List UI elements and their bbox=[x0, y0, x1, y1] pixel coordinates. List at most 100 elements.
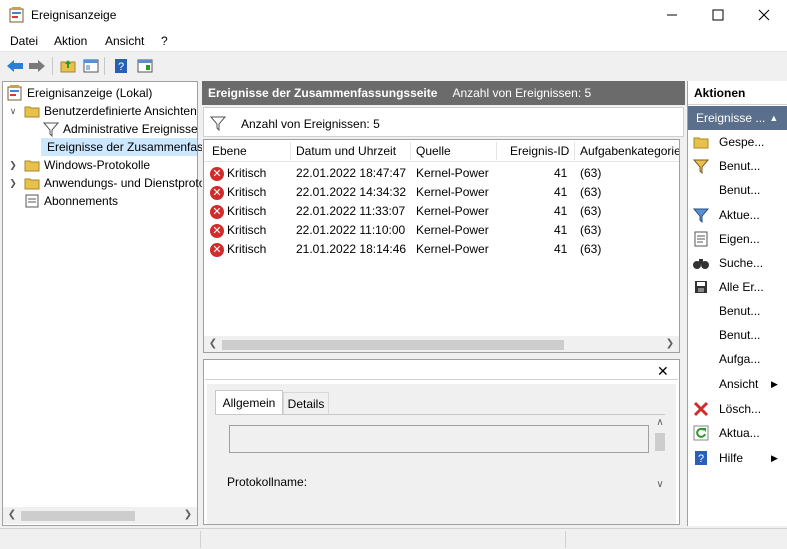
forward-button[interactable] bbox=[27, 56, 47, 76]
tree-item-windows-logs[interactable]: Windows-Protokolle bbox=[24, 156, 150, 174]
maximize-icon bbox=[712, 9, 724, 21]
event-list-header: Ebene Datum und Uhrzeit Quelle Ereignis-… bbox=[204, 140, 679, 162]
action-refresh[interactable]: Aktua... bbox=[688, 421, 787, 445]
column-header-level[interactable]: Ebene bbox=[212, 140, 247, 162]
scroll-down-icon[interactable]: ∨ bbox=[653, 479, 667, 490]
action-import-custom-view[interactable]: Benut... bbox=[688, 178, 787, 202]
menu-datei[interactable]: Datei bbox=[10, 34, 38, 48]
properties-icon bbox=[692, 230, 710, 248]
center-pane-header: Ereignisse der Zusammenfassungsseite Anz… bbox=[202, 81, 685, 105]
action-create-custom-view[interactable]: Benut... bbox=[688, 154, 787, 178]
action-copy-custom-view[interactable]: Benut... bbox=[688, 323, 787, 347]
column-header-task-category[interactable]: Aufgabenkategorie bbox=[580, 140, 679, 162]
filter-icon bbox=[43, 122, 59, 137]
event-list[interactable]: Ebene Datum und Uhrzeit Quelle Ereignis-… bbox=[203, 139, 680, 353]
action-help-menu[interactable]: ? Hilfe ▶ bbox=[688, 446, 787, 470]
event-description-box[interactable] bbox=[229, 425, 649, 453]
cell-source: Kernel-Power bbox=[416, 185, 489, 199]
scroll-thumb[interactable] bbox=[21, 511, 135, 521]
critical-icon: ✕ bbox=[210, 166, 224, 181]
action-save-all-events[interactable]: Alle Er... bbox=[688, 275, 787, 299]
folder-icon bbox=[24, 160, 40, 172]
action-open-saved-log[interactable]: Gespe... bbox=[688, 130, 787, 154]
back-button[interactable] bbox=[5, 56, 25, 76]
maximize-button[interactable] bbox=[695, 0, 741, 30]
toolbar-separator bbox=[52, 57, 53, 75]
close-detail-icon[interactable]: ✕ bbox=[657, 363, 669, 380]
cell-event-id: 41 bbox=[554, 242, 568, 256]
scroll-thumb[interactable] bbox=[655, 433, 665, 451]
close-button[interactable] bbox=[741, 0, 787, 30]
cell-event-id: 41 bbox=[554, 166, 568, 180]
table-row[interactable]: ✕ Kritisch 22.01.2022 14:34:32 Kernel-Po… bbox=[204, 183, 676, 202]
tree-item-custom-views[interactable]: Benutzerdefinierte Ansichten bbox=[24, 102, 197, 120]
action-delete[interactable]: Lösch... bbox=[688, 397, 787, 421]
help-book-icon: ? bbox=[115, 59, 127, 73]
scroll-right-icon[interactable]: ❯ bbox=[181, 509, 195, 520]
up-folder-button[interactable] bbox=[58, 56, 78, 76]
scroll-left-icon[interactable]: ❮ bbox=[206, 338, 220, 349]
arrow-right-icon bbox=[29, 60, 45, 72]
chevron-right-icon[interactable]: ❯ bbox=[8, 174, 18, 192]
tab-allgemein[interactable]: Allgemein bbox=[215, 390, 283, 414]
column-header-event-id[interactable]: Ereignis-ID bbox=[510, 140, 569, 162]
menu-aktion[interactable]: Aktion bbox=[54, 34, 87, 48]
scroll-up-icon[interactable]: ∧ bbox=[653, 417, 667, 428]
action-export-custom-view[interactable]: Benut... bbox=[688, 299, 787, 323]
column-divider[interactable] bbox=[290, 142, 291, 160]
table-row[interactable]: ✕ Kritisch 22.01.2022 11:10:00 Kernel-Po… bbox=[204, 221, 676, 240]
table-row[interactable]: ✕ Kritisch 21.01.2022 18:14:46 Kernel-Po… bbox=[204, 240, 676, 259]
scroll-thumb[interactable] bbox=[222, 340, 564, 350]
tree-item-root[interactable]: Ereignisanzeige (Lokal) bbox=[7, 84, 152, 102]
critical-icon: ✕ bbox=[210, 185, 224, 200]
column-divider[interactable] bbox=[410, 142, 411, 160]
cell-datetime: 21.01.2022 18:14:46 bbox=[296, 242, 407, 256]
table-row[interactable]: ✕ Kritisch 22.01.2022 18:47:47 Kernel-Po… bbox=[204, 164, 676, 183]
event-viewer-app-icon bbox=[9, 7, 25, 23]
cell-source: Kernel-Power bbox=[416, 204, 489, 218]
tree-item-app-logs[interactable]: Anwendungs- und Dienstprotokolle bbox=[24, 174, 230, 192]
event-count-header: Anzahl von Ereignissen: 5 bbox=[452, 86, 592, 100]
event-list-horizontal-scrollbar[interactable]: ❮ ❯ bbox=[204, 336, 679, 352]
menu-bar: Datei Aktion Ansicht ? bbox=[0, 30, 787, 52]
minimize-button[interactable] bbox=[649, 0, 695, 30]
tree-item-admin-events[interactable]: Administrative Ereignisse bbox=[43, 120, 198, 138]
column-header-datetime[interactable]: Datum und Uhrzeit bbox=[296, 140, 396, 162]
action-properties[interactable]: Eigen... bbox=[688, 227, 787, 251]
critical-icon: ✕ bbox=[210, 223, 224, 238]
detail-vertical-scrollbar[interactable]: ∧ ∨ bbox=[653, 415, 667, 495]
tree-horizontal-scrollbar[interactable]: ❮ ❯ bbox=[3, 507, 197, 524]
submenu-arrow-icon: ▶ bbox=[771, 378, 778, 389]
menu-help[interactable]: ? bbox=[161, 34, 168, 48]
column-divider[interactable] bbox=[574, 142, 575, 160]
actions-header: Aktionen bbox=[688, 81, 787, 105]
folder-open-icon bbox=[692, 133, 710, 151]
action-find[interactable]: Suche... bbox=[688, 251, 787, 275]
column-header-source[interactable]: Quelle bbox=[416, 140, 451, 162]
status-bar bbox=[0, 528, 787, 549]
action-pane-button[interactable] bbox=[135, 56, 155, 76]
column-divider[interactable] bbox=[496, 142, 497, 160]
help-button[interactable]: ? bbox=[111, 56, 131, 76]
actions-section-header[interactable]: Ereignisse ... ▲ bbox=[688, 106, 787, 130]
cell-category: (63) bbox=[580, 204, 602, 218]
critical-icon: ✕ bbox=[210, 204, 224, 219]
tree-item-subscriptions[interactable]: Abonnements bbox=[24, 192, 118, 210]
binoculars-icon bbox=[692, 254, 710, 272]
action-attach-task[interactable]: Aufga... bbox=[688, 347, 787, 371]
cell-category: (63) bbox=[580, 242, 602, 256]
cell-level: Kritisch bbox=[227, 242, 267, 256]
action-view-menu[interactable]: Ansicht ▶ bbox=[688, 372, 787, 396]
scroll-left-icon[interactable]: ❮ bbox=[5, 509, 19, 520]
chevron-right-icon[interactable]: ❯ bbox=[8, 156, 18, 174]
tab-details[interactable]: Details bbox=[283, 392, 329, 414]
menu-ansicht[interactable]: Ansicht bbox=[105, 34, 144, 48]
action-filter-current-view[interactable]: Aktue... bbox=[688, 203, 787, 227]
tree-item-summary-events[interactable]: Ereignisse der Zusammenfassungsseite bbox=[41, 138, 260, 156]
show-hide-tree-button[interactable] bbox=[81, 56, 101, 76]
table-row[interactable]: ✕ Kritisch 22.01.2022 11:33:07 Kernel-Po… bbox=[204, 202, 676, 221]
filter-star-icon bbox=[692, 157, 710, 175]
chevron-down-icon[interactable]: ∨ bbox=[8, 102, 18, 120]
scroll-right-icon[interactable]: ❯ bbox=[663, 338, 677, 349]
console-tree[interactable]: Ereignisanzeige (Lokal) ∨ Benutzerdefini… bbox=[2, 81, 260, 526]
